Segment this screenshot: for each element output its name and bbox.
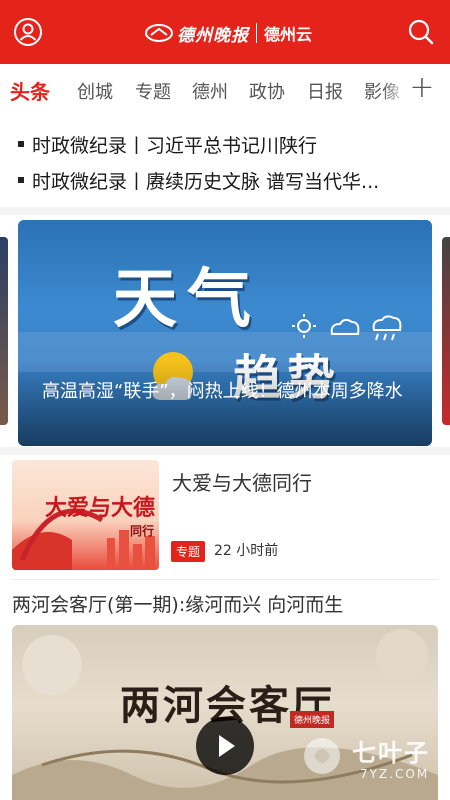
- headline-item[interactable]: 时政微纪录丨习近平总书记川陕行: [0, 126, 450, 162]
- add-channel-button[interactable]: +: [407, 73, 437, 104]
- tab-dezhou[interactable]: 德州: [192, 78, 228, 104]
- user-icon: [14, 18, 42, 46]
- publish-time: 22 小时前: [214, 543, 279, 559]
- video-news-title[interactable]: 两河会客厅(第一期):缘河而兴 向河而生: [12, 590, 343, 617]
- bullet-icon: [18, 141, 24, 147]
- app-name: 德州云: [264, 25, 313, 44]
- search-button[interactable]: [406, 17, 436, 47]
- logo-divider: [256, 23, 257, 43]
- tab-zhengxie[interactable]: 政协: [249, 78, 285, 104]
- tab-daily[interactable]: 日报: [307, 78, 343, 104]
- tab-chuangcheng[interactable]: 创城: [77, 78, 113, 104]
- video-brand-badge: 德州晚报: [290, 711, 335, 728]
- thumbnail-text-2: 同行: [130, 524, 155, 538]
- bullet-icon: [18, 177, 24, 183]
- headline-text: 时政微纪录丨赓续历史文脉 谱写当代华...: [32, 170, 380, 193]
- headline-text: 时政微纪录丨习近平总书记川陕行: [32, 134, 318, 157]
- tabs-fade: [382, 64, 408, 116]
- play-icon: [219, 735, 235, 757]
- tab-topics[interactable]: 专题: [135, 78, 171, 104]
- play-button[interactable]: [196, 717, 254, 775]
- logo-text: 德州晚报: [177, 25, 249, 46]
- watermark-subtext: 7YZ.COM: [360, 767, 430, 781]
- newspaper-logo-icon: [145, 24, 173, 42]
- slide-image-text: 天气: [113, 263, 261, 337]
- prev-slide-peek[interactable]: [0, 237, 8, 425]
- headline-item[interactable]: 时政微纪录丨赓续历史文脉 谱写当代华...: [0, 162, 450, 198]
- user-profile-button[interactable]: [13, 17, 43, 47]
- next-slide-peek[interactable]: [442, 237, 450, 425]
- watermark-text: 七叶子: [352, 739, 430, 767]
- news-title: 大爱与大德同行: [172, 471, 312, 495]
- topic-tag: 专题: [171, 541, 206, 562]
- app-logo: 德州晚报 德州云: [145, 20, 312, 46]
- app-header: 德州晚报 德州云: [0, 0, 450, 64]
- headline-list: 时政微纪录丨习近平总书记川陕行 时政微纪录丨赓续历史文脉 谱写当代华...: [0, 126, 450, 198]
- section-divider: [0, 447, 450, 455]
- thumbnail-text: 大爱与大德: [45, 495, 156, 521]
- tab-headlines[interactable]: 头条: [10, 76, 50, 105]
- section-divider: [0, 207, 450, 215]
- slide-caption: 高温高湿“联手”，闷热上线！德州本周多降水: [42, 381, 403, 402]
- search-icon: [408, 19, 434, 45]
- news-thumbnail: 大爱与大德 同行: [12, 460, 159, 570]
- channel-tabs: 头条 创城 专题 德州 政协 日报 影像 +: [0, 64, 450, 116]
- feature-carousel[interactable]: 天气 趋势 高温高湿“联手”，闷热上线！德州本周多降水: [0, 215, 450, 453]
- news-item[interactable]: 大爱与大德 同行 大爱与大德同行 专题 22 小时前: [0, 455, 450, 580]
- list-divider: [12, 579, 438, 580]
- carousel-slide[interactable]: 天气 趋势 高温高湿“联手”，闷热上线！德州本周多降水: [18, 220, 432, 446]
